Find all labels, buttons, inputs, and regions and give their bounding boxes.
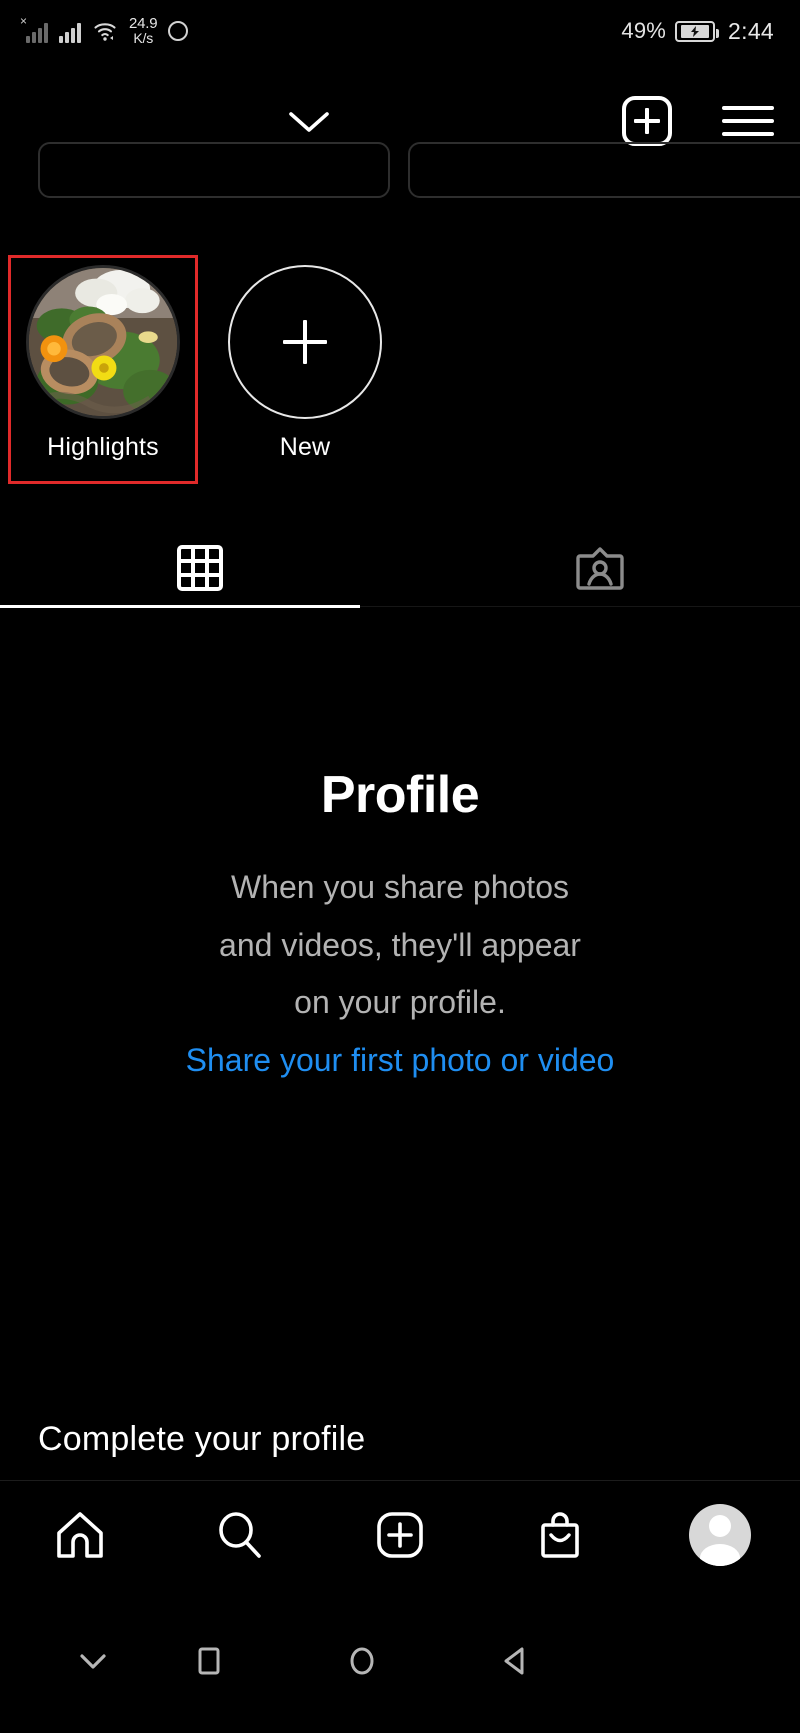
chevron-down-icon[interactable] [285,108,333,136]
status-bar-right: 49% 2:44 [621,18,774,45]
tab-active-indicator [0,605,360,608]
header-actions [622,96,774,146]
home-icon [57,1511,103,1558]
highlight-thumbnail-flower-pots[interactable] [26,265,180,419]
empty-profile-state: Profile When you share photos and videos… [0,620,800,1089]
nav-profile-button[interactable] [660,1495,780,1575]
nav-shop-button[interactable] [500,1495,620,1575]
bottom-navigation-bar [0,1480,800,1588]
share-first-photo-link[interactable]: Share your first photo or video [186,1042,615,1078]
network-speed-indicator: 24.9 K/s [129,15,158,46]
square-icon [198,1647,220,1674]
clock-label: 2:44 [728,17,774,44]
sysnav-home-button[interactable] [317,1626,407,1696]
nav-search-button[interactable] [180,1495,300,1575]
complete-profile-heading: Complete your profile [38,1420,366,1458]
signal-bars-icon [59,19,81,43]
android-system-navigation [0,1588,800,1733]
hamburger-menu-icon[interactable] [722,102,774,140]
navigation-circle-icon [168,21,189,41]
network-speed-value: 24.9 [129,15,158,32]
story-highlights-row: Highlights New [0,246,800,496]
status-bar-left: × 24.9 K/s [20,15,189,46]
signal-no-service-icon: × [20,15,48,43]
network-speed-unit: K/s [133,30,154,46]
highlight-label: Highlights [47,433,159,461]
profile-tabs [0,520,800,612]
phone-screen: × 24.9 K/s 49% 2:44 Highlights New Profi… [0,0,800,1733]
wifi-icon [94,23,116,41]
tagged-person-icon [576,547,624,590]
battery-percent-label: 49% [621,18,667,43]
triangle-back-icon [504,1647,524,1674]
profile-action-buttons-cropped [0,142,800,204]
sysnav-recents-button[interactable] [164,1626,254,1696]
nav-home-button[interactable] [20,1495,140,1575]
empty-state-description: When you share photos and videos, they'l… [0,859,800,1089]
highlight-item-new[interactable]: New [225,265,385,462]
share-profile-button[interactable] [408,142,800,198]
add-post-icon[interactable] [622,96,672,146]
status-bar: × 24.9 K/s 49% 2:44 [0,0,800,62]
highlight-item-highlights[interactable]: Highlights [23,265,183,462]
circle-icon [350,1647,374,1674]
plus-icon[interactable] [228,265,382,419]
description-line-2: and videos, they'll appear [219,926,581,963]
description-line-1: When you share photos [231,869,569,905]
tab-grid[interactable] [0,540,400,596]
add-post-icon [377,1511,423,1558]
sysnav-back-button[interactable] [471,1626,561,1696]
battery-charging-icon [675,20,720,42]
edit-profile-button[interactable] [38,142,390,198]
chevron-down-icon [80,1653,106,1669]
nav-create-button[interactable] [340,1495,460,1575]
page-title: Profile [320,766,480,824]
tab-tagged[interactable] [400,540,800,596]
search-icon [219,1511,261,1558]
sysnav-hide-keyboard-button[interactable] [48,1626,138,1696]
highlight-label: New [279,433,331,461]
avatar-icon [689,1503,751,1566]
grid-icon [177,545,223,591]
description-line-3: on your profile. [294,984,506,1021]
shopping-bag-icon [541,1511,579,1558]
